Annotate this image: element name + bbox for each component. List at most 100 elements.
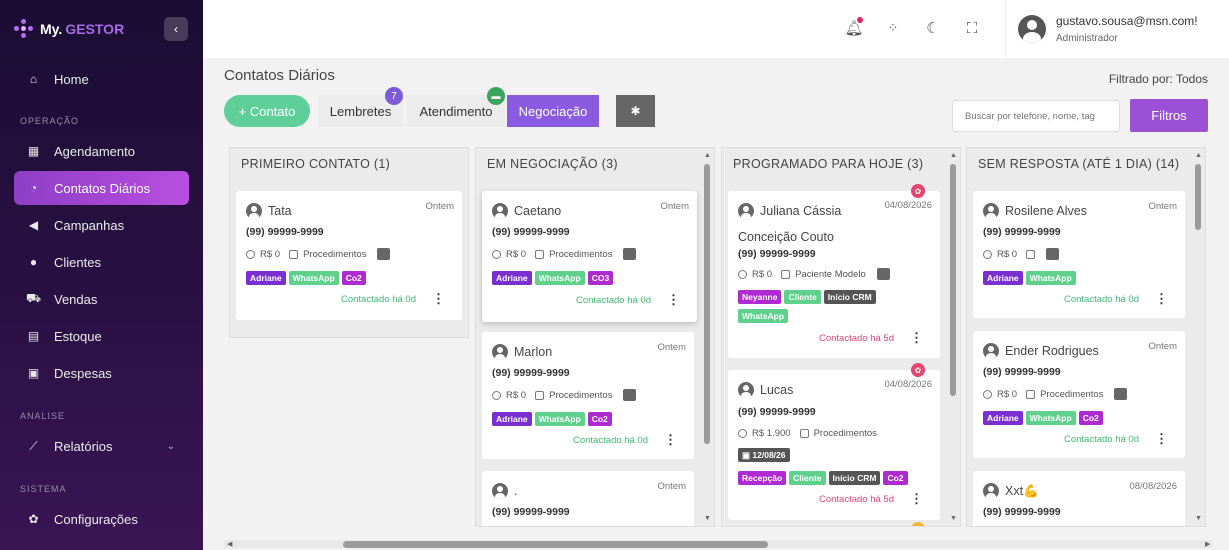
scroll-down-arrow[interactable]: ▼	[704, 515, 711, 522]
card-menu-icon[interactable]: ⋮	[1155, 291, 1168, 307]
card-menu-icon[interactable]: ⋮	[910, 491, 923, 507]
coin-icon	[738, 269, 747, 279]
sidebar-item-label: Clientes	[54, 254, 101, 270]
user-role: Administrador	[1056, 33, 1118, 44]
card-contact-status: Contactado há 0d	[572, 435, 648, 446]
scroll-up-arrow[interactable]: ▲	[1195, 152, 1202, 159]
sidebar-item-vendas[interactable]: ⛟ Vendas	[14, 282, 189, 316]
card-item: Procedimentos	[549, 389, 613, 401]
filters-button[interactable]: Filtros	[1130, 99, 1208, 132]
user-icon	[738, 382, 754, 398]
contact-card[interactable]: Xxt💪 08/08/2026 (99) 99999-9999	[973, 471, 1185, 526]
card-menu-icon[interactable]: ⋮	[667, 292, 680, 308]
bell-icon[interactable]: 🔔︎	[844, 17, 864, 38]
contact-card[interactable]: Tata Ontem (99) 99999-9999 R$ 0 Procedime…	[236, 191, 462, 320]
sidebar-item-campanhas[interactable]: ◀ Campanhas	[14, 208, 189, 242]
document-icon	[1114, 388, 1128, 400]
gear-icon: ✱	[630, 104, 641, 118]
tag: Neyanne	[738, 290, 782, 304]
user-menu[interactable]: gustavo.sousa@msn.com! Administrador	[1005, 0, 1229, 58]
filter-status: Filtrado por: Todos	[1108, 72, 1208, 86]
sidebar-item-agendamento[interactable]: ▦ Agendamento	[14, 134, 189, 168]
sidebar-item-contatos-diarios[interactable]: ◔ Contatos Diários	[14, 171, 189, 205]
scroll-up-arrow[interactable]: ▲	[704, 152, 711, 159]
tag: Adriane	[983, 411, 1023, 425]
schedule-date: ▣ 12/08/26	[738, 448, 790, 462]
user-icon	[983, 203, 999, 219]
card-menu-icon[interactable]: ⋮	[664, 432, 677, 448]
chat-icon: ▬	[487, 87, 505, 105]
collapse-sidebar-button[interactable]: ‹	[164, 17, 188, 41]
card-name: Juliana Cássia	[738, 203, 841, 219]
card-phone: (99) 99999-9999	[492, 367, 570, 379]
card-contact-status: Contactado há 5d	[818, 494, 894, 505]
card-item: Procedimentos	[549, 248, 613, 260]
card-menu-icon[interactable]: ⋮	[432, 291, 445, 307]
tag: Adriane	[492, 412, 532, 426]
sidebar-item-label: Vendas	[54, 291, 98, 307]
moon-icon[interactable]: ☾	[923, 18, 943, 38]
tag: Início CRM	[823, 290, 876, 304]
sidebar-item-label: Estoque	[54, 328, 102, 344]
vertical-scrollbar[interactable]	[704, 164, 710, 444]
apps-grid-icon[interactable]: ⁘	[883, 18, 903, 38]
card-phone: (99) 99999-9999	[983, 506, 1061, 518]
sidebar-item-relatorios[interactable]: ⟋ Relatórios ⌄	[14, 429, 189, 463]
chart-line-icon: ⟋	[29, 438, 38, 453]
lembretes-count-badge: 7	[385, 87, 403, 105]
chevron-left-icon: ‹	[174, 22, 178, 36]
contact-card[interactable]: Rosilene Alves Ontem (99) 99999-9999 R$ …	[973, 191, 1185, 318]
card-contact-status: Contactado há 0d	[340, 294, 416, 305]
brand-logo[interactable]: My. GESTOR	[14, 16, 124, 42]
card-phone: (99) 99999-9999	[983, 226, 1061, 238]
user-icon	[492, 203, 508, 219]
sidebar-item-label: Home	[54, 71, 89, 87]
card-menu-icon[interactable]: ⋮	[910, 330, 923, 346]
vertical-scrollbar[interactable]	[1195, 164, 1201, 230]
card-date: Ontem	[1148, 341, 1177, 352]
card-name-text: Lucas	[760, 383, 794, 397]
sidebar-item-despesas[interactable]: ▣ Despesas	[14, 356, 189, 390]
scroll-up-arrow[interactable]: ▲	[950, 152, 957, 159]
tag: Cliente	[784, 290, 821, 304]
card-value: R$ 0	[506, 248, 527, 260]
tag: WhatsApp	[1025, 271, 1076, 285]
contact-card[interactable]: Marlon Ontem (99) 99999-9999 R$ 0 Procedi…	[482, 332, 694, 459]
kanban-column-programado-hoje: PROGRAMADO PARA HOJE (3) Juliana Cássia …	[721, 147, 961, 527]
card-date: Ontem	[425, 201, 454, 212]
sidebar-item-clientes[interactable]: ● Clientes	[14, 245, 189, 279]
sidebar-item-home[interactable]: ⌂ Home	[14, 62, 189, 96]
coin-icon	[492, 390, 501, 400]
gear-icon: ✿	[28, 512, 39, 526]
fullscreen-icon[interactable]: ⛶	[962, 18, 982, 38]
card-name-text: .	[514, 484, 518, 498]
document-icon	[623, 248, 637, 260]
search-input[interactable]	[952, 100, 1120, 132]
vertical-scrollbar[interactable]	[950, 164, 956, 396]
scroll-down-arrow[interactable]: ▼	[950, 515, 957, 522]
scroll-down-arrow[interactable]: ▼	[1195, 515, 1202, 522]
contact-card[interactable]: . Ontem (99) 99999-9999	[482, 471, 694, 526]
card-date: Ontem	[1148, 201, 1177, 212]
horizontal-scrollbar-thumb[interactable]	[343, 541, 768, 548]
user-icon	[983, 483, 999, 499]
sidebar-item-configuracoes[interactable]: ✿ Configurações	[14, 502, 189, 536]
card-date: Ontem	[660, 201, 689, 212]
section-label-analise: ANALISE	[20, 411, 66, 421]
sidebar-item-estoque[interactable]: ▤ Estoque	[14, 319, 189, 353]
chevron-down-icon: ⌄	[166, 440, 175, 452]
add-contact-button[interactable]: + Contato	[224, 95, 310, 127]
contact-card[interactable]: Juliana Cássia 04/08/2026 Conceição Cout…	[728, 191, 940, 358]
card-meta: R$ 0 Procedimentos	[246, 248, 391, 260]
card-name: Lucas	[738, 382, 793, 398]
card-menu-icon[interactable]: ⋮	[1155, 431, 1168, 447]
settings-gear-button[interactable]: ✱	[616, 95, 655, 127]
tab-negociacao[interactable]: Negociação	[507, 95, 599, 127]
contact-card[interactable]: Ender Rodrigues Ontem (99) 99999-9999 R$…	[973, 331, 1185, 458]
contact-card[interactable]: Caetano Ontem (99) 99999-9999 R$ 0 Proced…	[482, 191, 697, 322]
scroll-left-arrow[interactable]: ◀	[227, 540, 232, 548]
card-tags: Adriane WhatsApp Co2	[246, 271, 436, 285]
contact-card[interactable]: Lucas 04/08/2026 (99) 99999-9999 R$ 1.90…	[728, 370, 940, 520]
card-name: Caetano	[492, 203, 561, 219]
scroll-right-arrow[interactable]: ▶	[1205, 540, 1210, 548]
